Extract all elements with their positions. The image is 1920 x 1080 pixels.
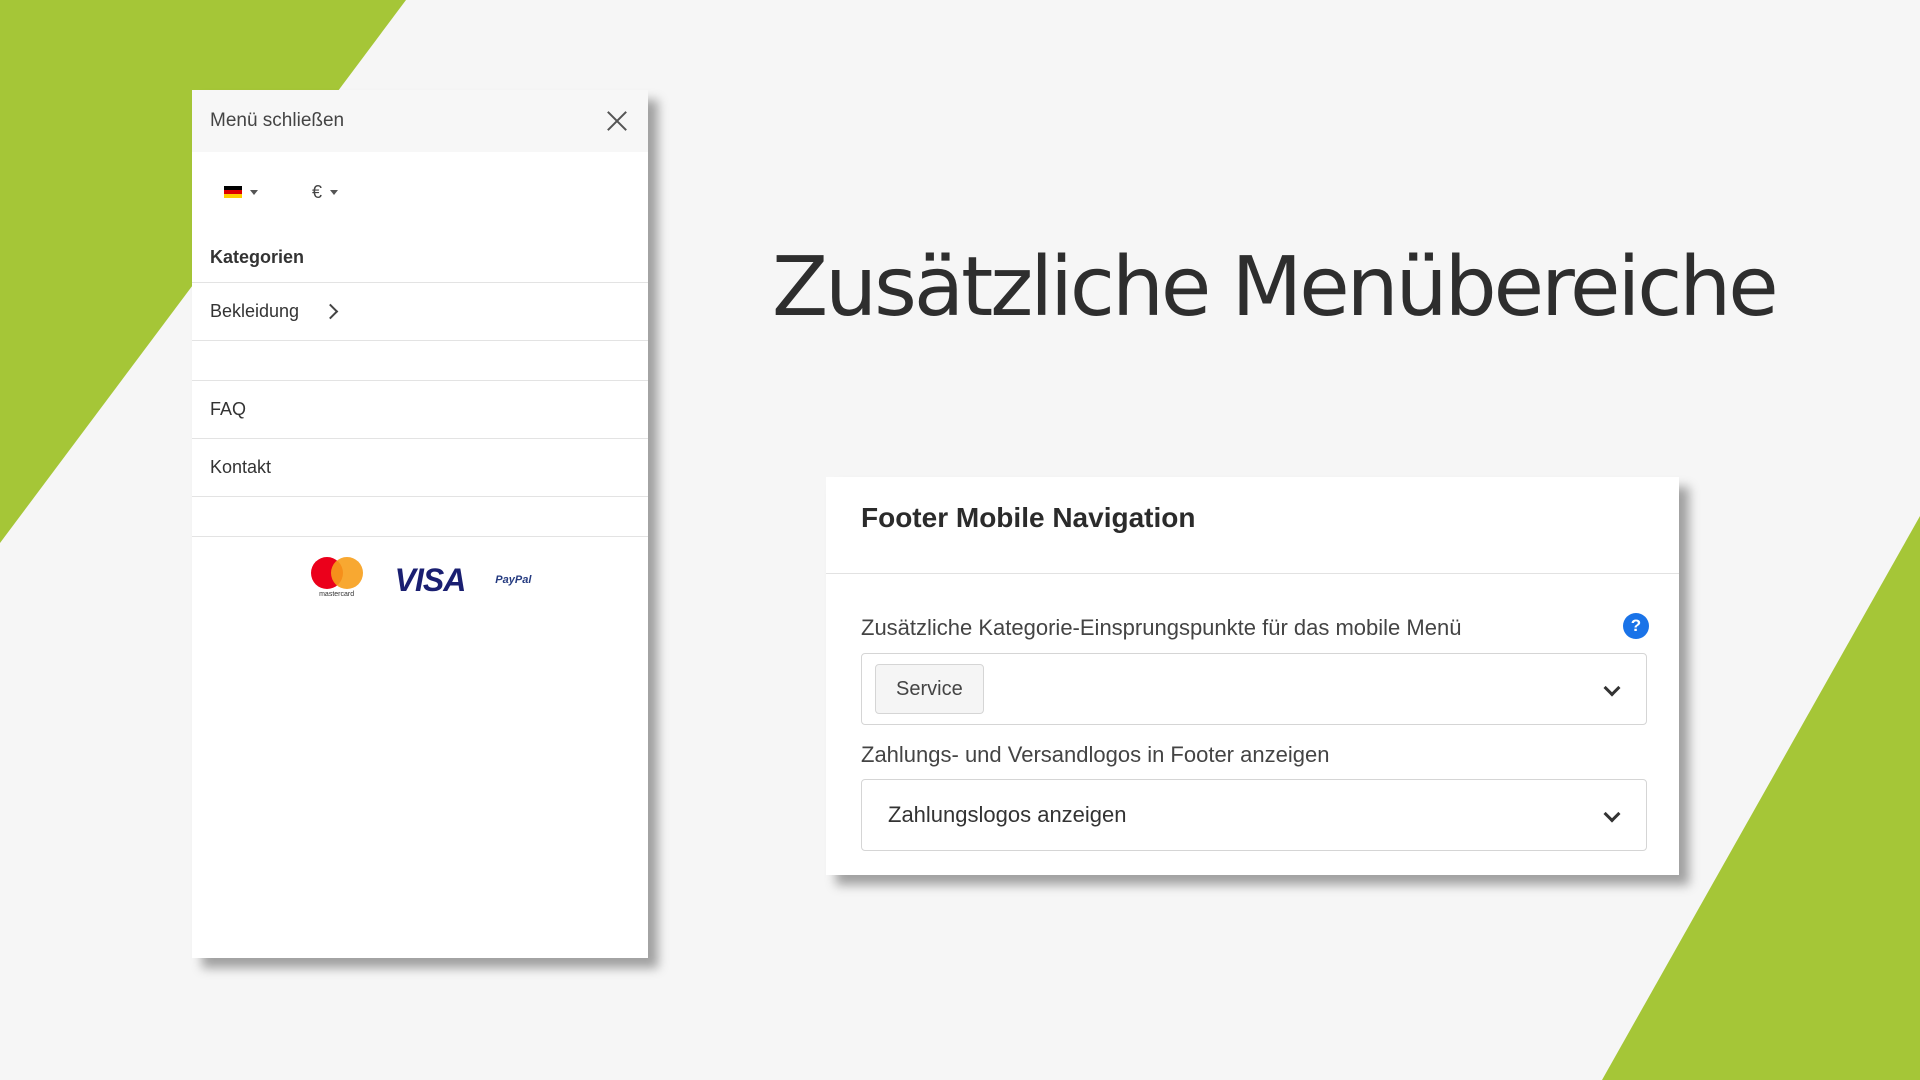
card-title: Footer Mobile Navigation — [861, 502, 1196, 533]
mobile-menu-panel: Menü schließen € Kategorien Bekleidung F… — [192, 90, 648, 958]
menu-item-faq[interactable]: FAQ — [192, 381, 648, 439]
menu-item-kontakt[interactable]: Kontakt — [192, 439, 648, 497]
currency-symbol: € — [312, 181, 323, 202]
category-entrypoints-label: Zusätzliche Kategorie-Einsprungspunkte f… — [861, 615, 1462, 640]
paypal-logo: PayPal — [495, 574, 531, 586]
card-header: Footer Mobile Navigation — [826, 477, 1679, 574]
paypal-text: PayPal — [495, 574, 532, 586]
chevron-down-icon — [1603, 679, 1621, 697]
category-entrypoints-select[interactable]: Service — [861, 653, 1647, 725]
de-flag-icon — [224, 185, 242, 199]
chevron-right-icon — [322, 303, 339, 320]
menu-item-label: Kontakt — [210, 457, 272, 477]
select-value: Zahlungslogos anzeigen — [888, 802, 1127, 827]
menu-divider — [192, 497, 648, 537]
caret-down-icon — [250, 189, 258, 195]
language-dropdown[interactable] — [224, 185, 258, 199]
selected-tag-service[interactable]: Service — [875, 664, 984, 714]
menu-header: Menü schließen — [192, 90, 648, 152]
page-title: Zusätzliche Menübereiche — [772, 240, 1779, 335]
menu-item-bekleidung[interactable]: Bekleidung — [192, 283, 648, 341]
currency-dropdown[interactable]: € — [312, 181, 339, 203]
payment-logos-label: Zahlungs- und Versandlogos in Footer anz… — [861, 742, 1330, 767]
menu-item-label: Bekleidung — [210, 301, 300, 321]
payment-logos-select[interactable]: Zahlungslogos anzeigen — [861, 779, 1647, 851]
language-currency-row: € — [192, 152, 648, 232]
payment-logos: mastercard VISA PayPal — [192, 537, 648, 603]
close-menu-label[interactable]: Menü schließen — [210, 110, 344, 132]
help-icon[interactable]: ? — [1623, 613, 1649, 639]
chevron-down-icon — [1603, 805, 1621, 823]
menu-divider — [192, 341, 648, 381]
close-icon[interactable] — [604, 108, 630, 134]
visa-logo: VISA — [394, 561, 467, 598]
mastercard-text: mastercard — [319, 591, 355, 598]
mastercard-logo: mastercard — [309, 557, 365, 603]
categories-heading: Kategorien — [192, 232, 648, 283]
menu-item-label: FAQ — [210, 399, 247, 419]
caret-down-icon — [330, 189, 339, 195]
settings-card: Footer Mobile Navigation Zusätzliche Kat… — [826, 477, 1679, 875]
